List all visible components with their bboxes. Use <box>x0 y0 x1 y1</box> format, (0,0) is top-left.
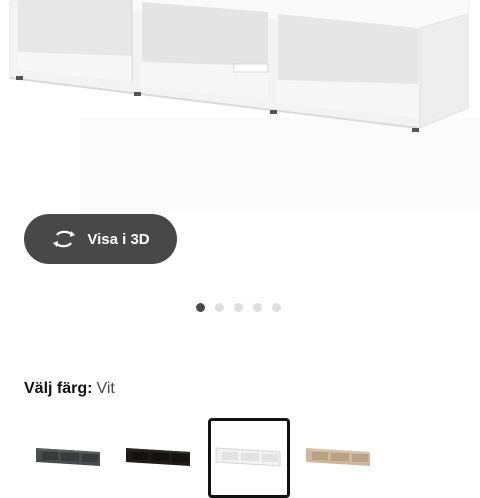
carousel-dot[interactable] <box>272 303 281 312</box>
carousel-pagination <box>196 303 281 312</box>
product-image[interactable] <box>0 0 480 212</box>
color-swatch-dark-grey[interactable] <box>28 418 110 498</box>
color-selector-heading: Välj färg: Vit <box>24 380 115 398</box>
carousel-dot[interactable] <box>196 303 205 312</box>
color-swatch-white[interactable] <box>208 418 290 498</box>
view-3d-button[interactable]: Visa i 3D <box>24 214 177 264</box>
carousel-dot[interactable] <box>215 303 224 312</box>
view-3d-label: Visa i 3D <box>87 230 150 248</box>
carousel-dot[interactable] <box>234 303 243 312</box>
carousel-dot[interactable] <box>253 303 262 312</box>
rotate-3d-icon <box>51 230 77 248</box>
color-label: Välj färg: <box>24 380 93 397</box>
selected-color-value: Vit <box>96 380 115 397</box>
color-swatch-black-brown[interactable] <box>118 418 200 498</box>
color-swatch-oak[interactable] <box>298 418 380 498</box>
